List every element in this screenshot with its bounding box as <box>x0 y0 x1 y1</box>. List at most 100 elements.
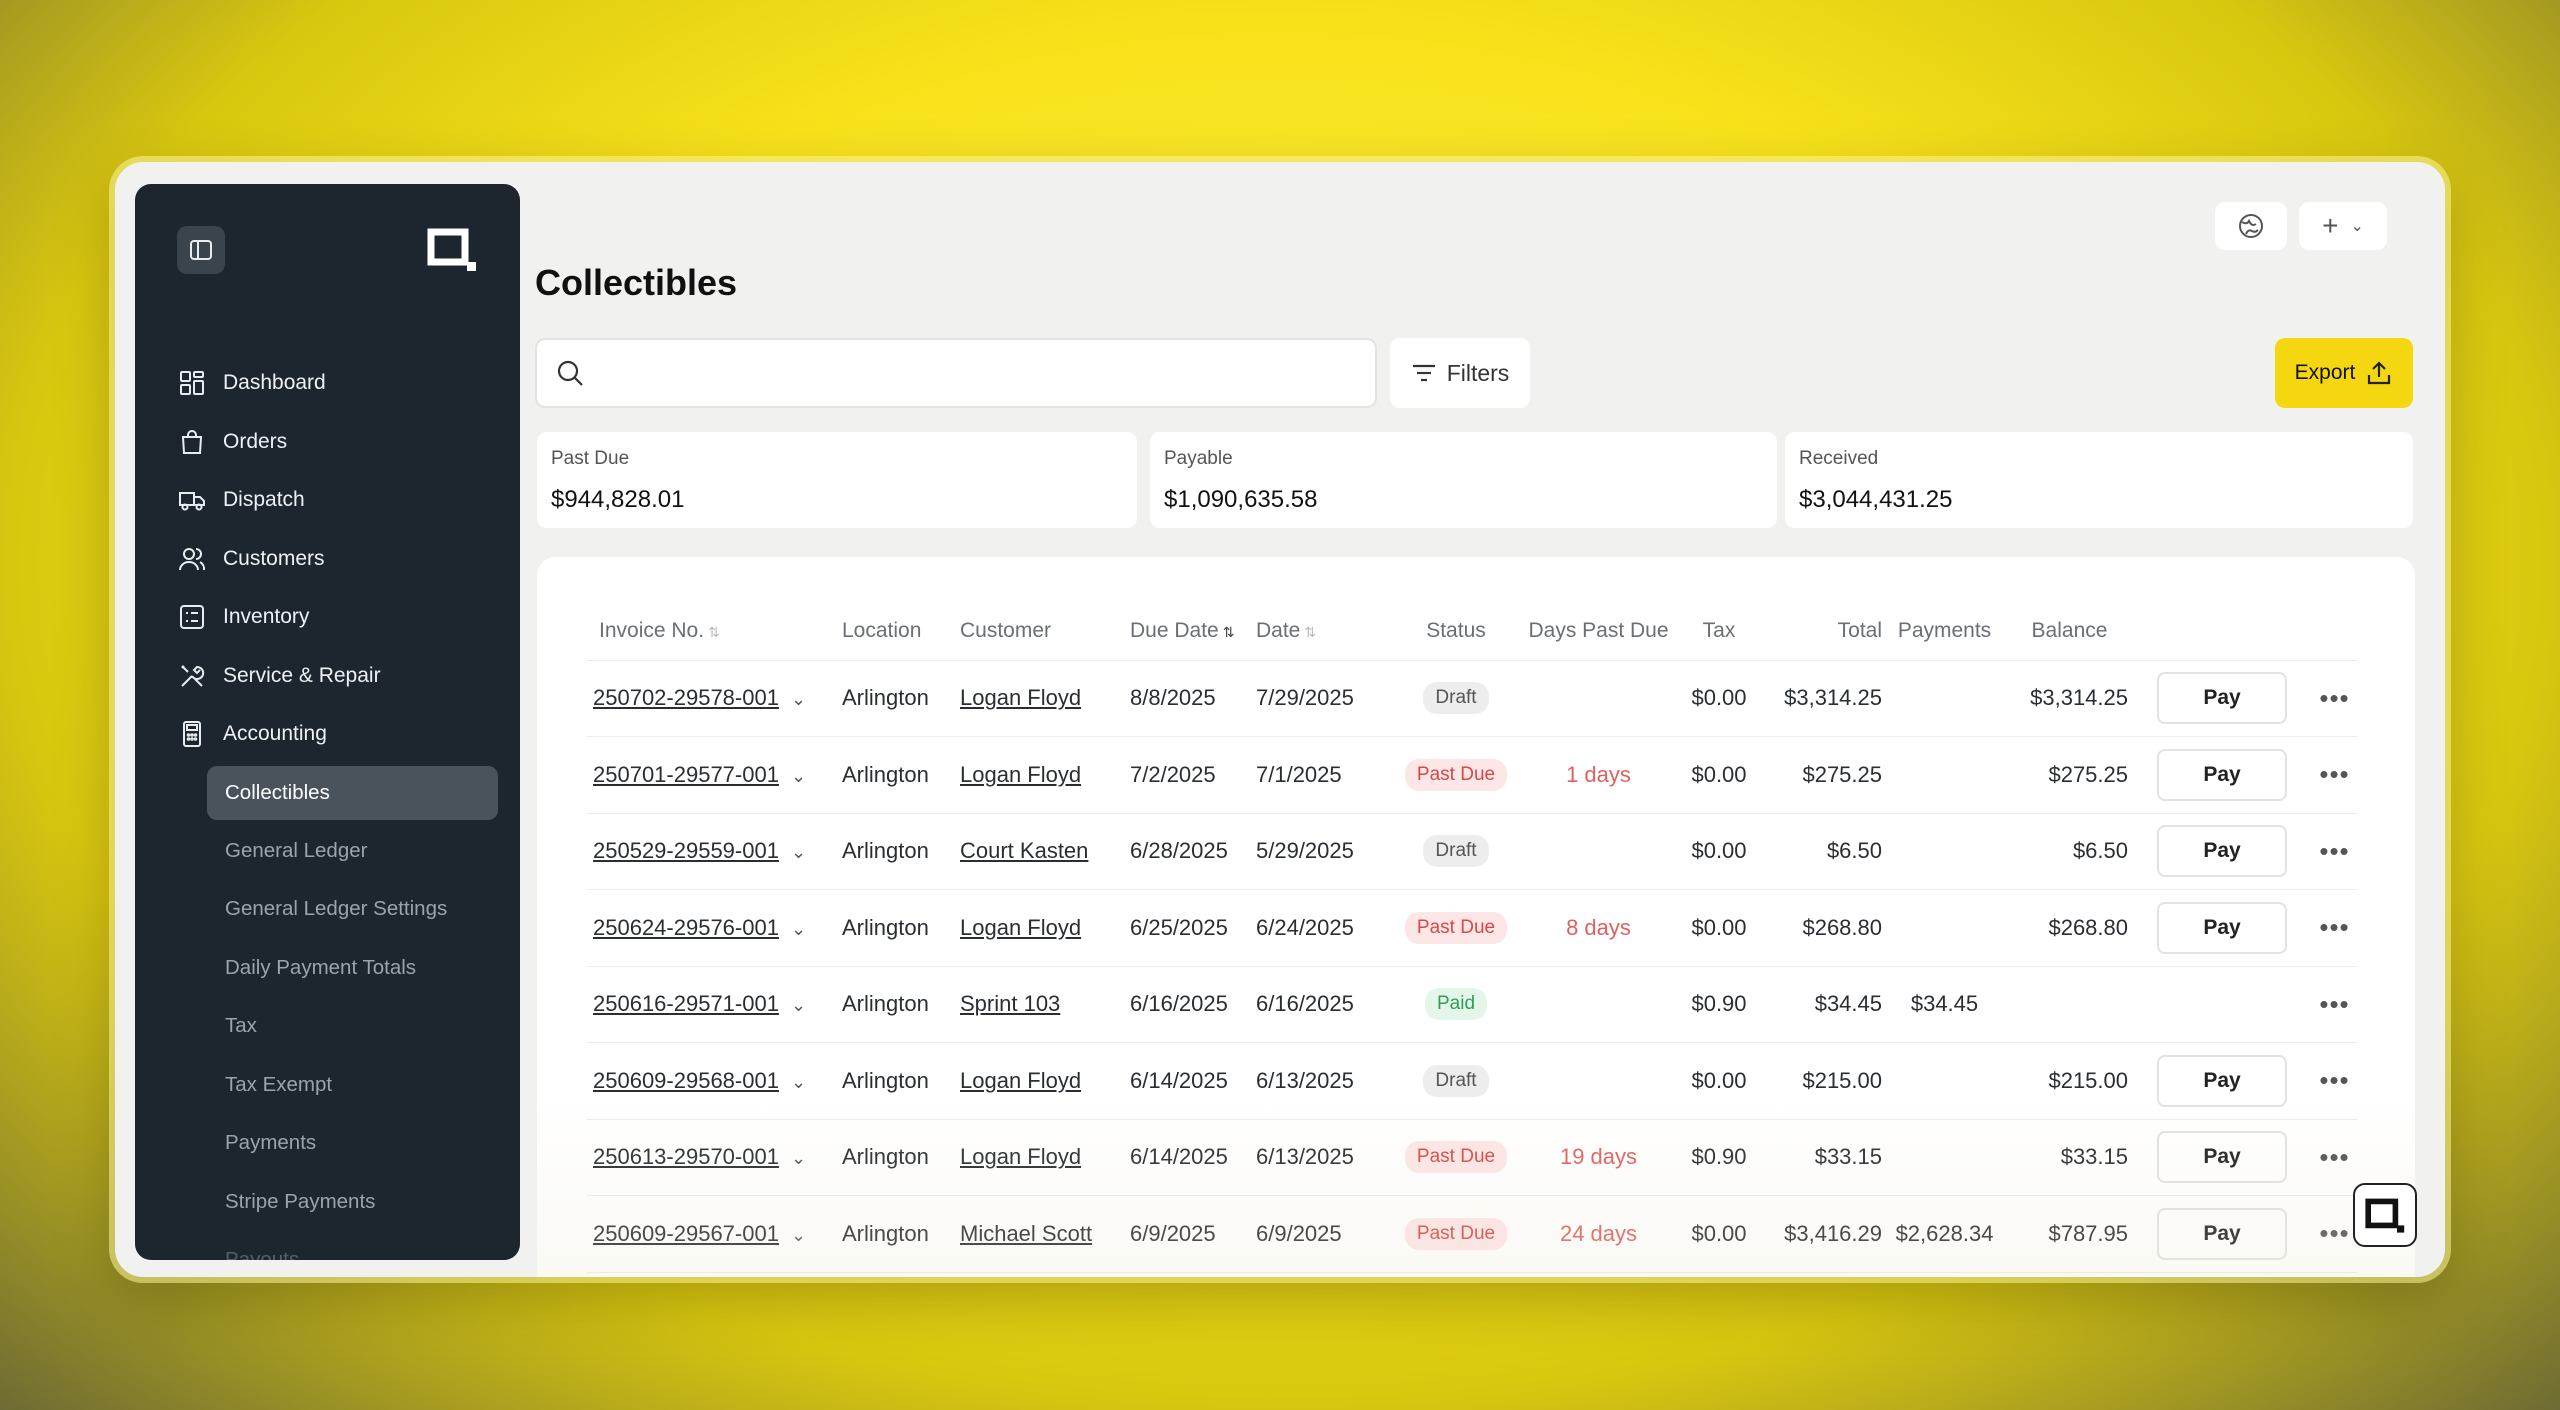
pay-button[interactable]: Pay <box>2157 1131 2287 1184</box>
pay-button[interactable]: Pay <box>2157 748 2287 801</box>
sidebar-subitem-payments[interactable]: Payments <box>135 1114 520 1173</box>
due-date-cell: 6/16/2025 <box>1130 966 1256 1043</box>
chevron-down-icon: ⌄ <box>2350 218 2364 235</box>
sidebar-item-orders[interactable]: Orders <box>135 413 520 472</box>
summary-card-payable: Payable $1,090,635.58 <box>1150 432 1777 528</box>
table-row: 250624-29576-001 ⌄ Arlington Logan Floyd 6/2… <box>587 889 2357 967</box>
chevron-down-icon[interactable]: ⌄ <box>791 919 806 940</box>
customer-link[interactable]: Court Kasten <box>960 838 1088 863</box>
column-header-date[interactable]: Date ⇅ <box>1256 602 1396 661</box>
chevron-down-icon[interactable]: ⌄ <box>791 1225 806 1246</box>
table-row: 250616-29571-001 ⌄ Arlington Sprint 103 6/16… <box>587 966 2357 1043</box>
column-header-customer: Customer <box>960 602 1130 661</box>
sidebar-subitem-collectibles[interactable]: Collectibles <box>207 765 498 820</box>
chevron-down-icon[interactable]: ⌄ <box>791 842 806 863</box>
invoice-link[interactable]: 250702-29578-001 <box>593 685 779 710</box>
brand-badge-icon[interactable] <box>2353 1183 2417 1247</box>
due-date-cell: 6/9/2025 <box>1130 1195 1256 1273</box>
globe-button[interactable] <box>2215 202 2287 250</box>
more-options-icon[interactable]: ••• <box>2319 912 2349 942</box>
sidebar-item-customers[interactable]: Customers <box>135 530 520 589</box>
sidebar-item-label: Service & Repair <box>223 663 381 687</box>
sort-icon: ⇅ <box>1304 623 1317 640</box>
more-options-icon[interactable]: ••• <box>2319 759 2349 789</box>
chevron-down-icon[interactable]: ⌄ <box>791 1072 806 1093</box>
status-badge: Draft <box>1423 682 1489 715</box>
sidebar-subitem-stripe-payments[interactable]: Stripe Payments <box>135 1173 520 1232</box>
sort-desc-icon: ⇅ <box>1222 623 1235 640</box>
search-box[interactable] <box>535 338 1377 408</box>
summary-label: Past Due <box>551 448 630 469</box>
pay-button[interactable]: Pay <box>2157 825 2287 878</box>
filters-button[interactable]: Filters <box>1390 338 1530 408</box>
customer-link[interactable]: Michael Scott <box>960 1221 1092 1246</box>
sidebar-subitem-daily-payment-totals[interactable]: Daily Payment Totals <box>135 939 520 998</box>
total-cell: $275.25 <box>1757 736 1882 814</box>
summary-value: $3,044,431.25 <box>1799 486 1953 513</box>
invoice-link[interactable]: 250613-29570-001 <box>593 1144 779 1169</box>
sidebar-item-inventory[interactable]: Inventory <box>135 588 520 647</box>
customer-link[interactable]: Logan Floyd <box>960 915 1081 940</box>
invoice-link[interactable]: 250529-29559-001 <box>593 838 779 863</box>
pay-button[interactable]: Pay <box>2157 901 2287 954</box>
column-header-days-past-due: Days Past Due <box>1516 602 1681 661</box>
summary-value: $1,090,635.58 <box>1164 486 1318 513</box>
more-options-icon[interactable]: ••• <box>2319 836 2349 866</box>
sidebar-toggle-button[interactable] <box>177 226 225 274</box>
invoice-link[interactable]: 250624-29576-001 <box>593 915 779 940</box>
chevron-down-icon[interactable]: ⌄ <box>791 766 806 787</box>
column-header-due-date[interactable]: Due Date ⇅ <box>1130 602 1256 661</box>
invoice-link[interactable]: 250701-29577-001 <box>593 762 779 787</box>
location-cell: Arlington <box>842 889 960 967</box>
sidebar-subitem-tax[interactable]: Tax <box>135 997 520 1056</box>
chevron-down-icon[interactable]: ⌄ <box>791 689 806 710</box>
pay-button[interactable]: Pay <box>2157 672 2287 725</box>
date-cell: 6/13/2025 <box>1256 1119 1396 1196</box>
sidebar-subitem-tax-exempt[interactable]: Tax Exempt <box>135 1056 520 1115</box>
sidebar-item-service-repair[interactable]: Service & Repair <box>135 647 520 706</box>
tax-cell: $0.00 <box>1681 1042 1757 1120</box>
sidebar-subitem-general-ledger-settings[interactable]: General Ledger Settings <box>135 880 520 939</box>
sidebar: Dashboard Orders Dispatch Customers Inve… <box>135 184 520 1260</box>
column-header-invoice[interactable]: Invoice No. ⇅ <box>587 602 842 661</box>
invoice-link[interactable]: 250609-29568-001 <box>593 1068 779 1093</box>
page-title: Collectibles <box>535 262 738 303</box>
search-input[interactable] <box>597 360 1357 386</box>
total-cell: $215.00 <box>1757 1042 1882 1120</box>
more-options-icon[interactable]: ••• <box>2319 1065 2349 1095</box>
filter-icon <box>1412 364 1435 382</box>
export-button[interactable]: Export <box>2275 338 2413 408</box>
chevron-down-icon[interactable]: ⌄ <box>791 995 806 1016</box>
status-badge: Past Due <box>1404 911 1508 944</box>
pay-button[interactable]: Pay <box>2157 1054 2287 1107</box>
summary-card-past-due: Past Due $944,828.01 <box>537 432 1137 528</box>
users-icon <box>177 544 207 574</box>
add-menu-button[interactable]: + ⌄ <box>2299 202 2387 250</box>
pay-button[interactable]: Pay <box>2157 1207 2287 1260</box>
customer-link[interactable]: Logan Floyd <box>960 762 1081 787</box>
chevron-down-icon[interactable]: ⌄ <box>791 1148 806 1169</box>
customer-link[interactable]: Logan Floyd <box>960 685 1081 710</box>
invoice-link[interactable]: 250609-29567-001 <box>593 1221 779 1246</box>
sidebar-item-dashboard[interactable]: Dashboard <box>135 354 520 413</box>
invoice-link[interactable]: 250616-29571-001 <box>593 991 779 1016</box>
sidebar-item-accounting[interactable]: Accounting <box>135 705 520 764</box>
customer-link[interactable]: Logan Floyd <box>960 1068 1081 1093</box>
more-options-icon[interactable]: ••• <box>2319 1218 2349 1248</box>
sidebar-subitem-general-ledger[interactable]: General Ledger <box>135 822 520 881</box>
sidebar-item-label: Inventory <box>223 605 310 629</box>
days-past-due-cell: 1 days <box>1516 736 1681 814</box>
sidebar-subitem-payouts[interactable]: Payouts <box>135 1231 520 1260</box>
payments-cell <box>1882 660 2007 737</box>
more-options-icon[interactable]: ••• <box>2319 1142 2349 1172</box>
sidebar-item-dispatch[interactable]: Dispatch <box>135 471 520 530</box>
customer-link[interactable]: Sprint 103 <box>960 991 1060 1016</box>
table-row: 250701-29577-001 ⌄ Arlington Logan Floyd 7/2… <box>587 736 2357 814</box>
brand-logo-icon[interactable] <box>425 224 479 274</box>
more-options-icon[interactable]: ••• <box>2319 989 2349 1019</box>
days-past-due-cell: 19 days <box>1516 1119 1681 1196</box>
top-actions: + ⌄ <box>2215 202 2387 250</box>
sort-icon: ⇅ <box>708 623 720 640</box>
more-options-icon[interactable]: ••• <box>2319 683 2349 713</box>
customer-link[interactable]: Logan Floyd <box>960 1144 1081 1169</box>
